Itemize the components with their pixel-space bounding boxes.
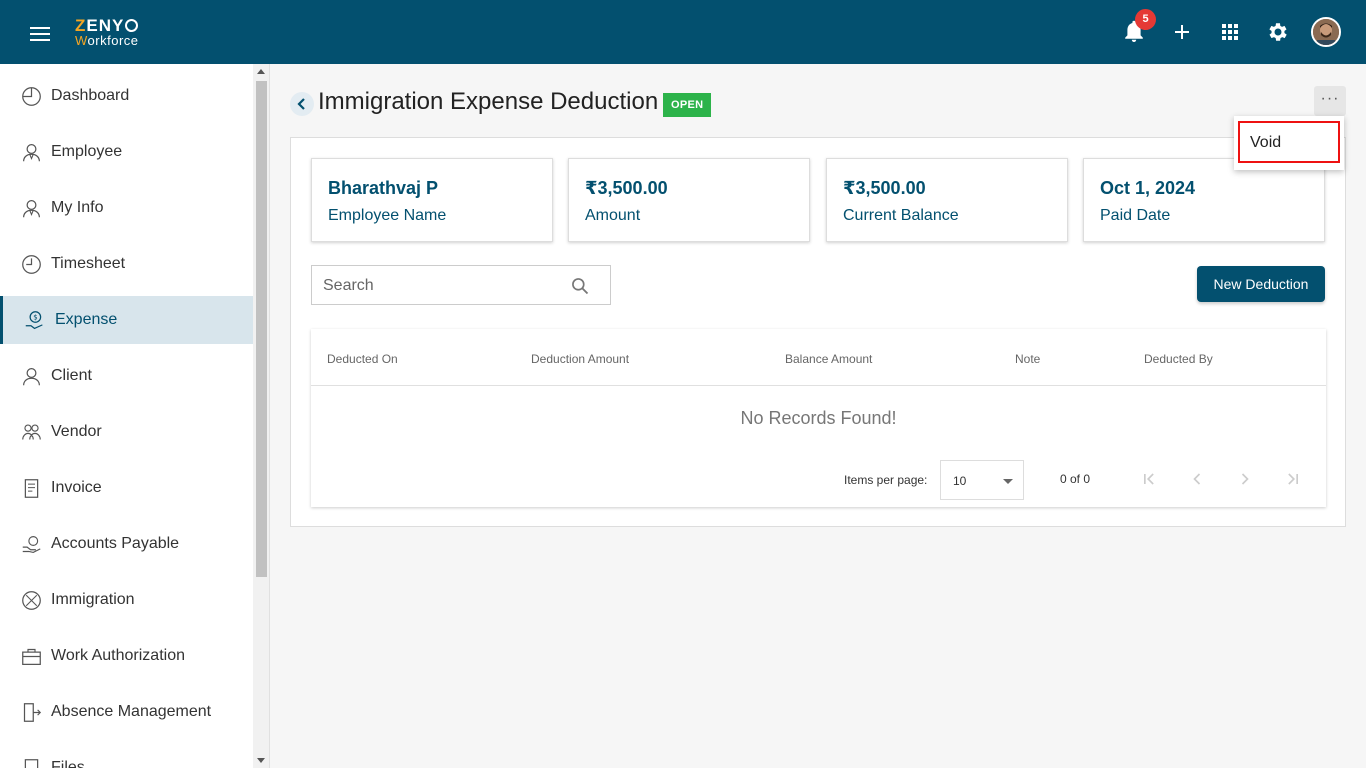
column-header-deducted-by[interactable]: Deducted By xyxy=(1144,352,1213,366)
sidebar-item-employee[interactable]: Employee xyxy=(0,128,253,176)
sidebar-item-label: Invoice xyxy=(51,479,102,496)
sidebar-item-timesheet[interactable]: Timesheet xyxy=(0,240,253,288)
header-divider xyxy=(311,385,1326,386)
dashboard-icon xyxy=(22,86,41,106)
user-avatar[interactable] xyxy=(1311,17,1341,47)
sidebar-item-my-info[interactable]: My Info xyxy=(0,184,253,232)
user-photo-icon xyxy=(1313,19,1339,45)
back-button[interactable] xyxy=(290,92,314,116)
new-deduction-button[interactable]: New Deduction xyxy=(1197,266,1325,302)
items-per-page-select[interactable]: 10 xyxy=(940,460,1024,500)
sidebar-item-label: Files xyxy=(51,759,85,768)
sidebar-item-dashboard[interactable]: Dashboard xyxy=(0,72,253,120)
clock-icon xyxy=(22,254,41,274)
briefcase-icon xyxy=(22,648,41,665)
items-per-page-label: Items per page: xyxy=(844,473,928,487)
sidebar-item-label: Immigration xyxy=(51,591,135,608)
search-input[interactable] xyxy=(323,275,563,297)
scroll-down-arrow-icon[interactable] xyxy=(257,758,265,763)
sidebar-item-label: My Info xyxy=(51,199,104,216)
amount-value: ₹3,500.00 xyxy=(585,178,668,198)
sidebar-item-label: Timesheet xyxy=(51,255,126,272)
more-options-menu: Void xyxy=(1234,116,1344,170)
paid-date-caption: Paid Date xyxy=(1100,207,1171,224)
sidebar-item-label: Absence Management xyxy=(51,703,212,720)
summary-card-amount: ₹3,500.00 Amount xyxy=(568,158,810,242)
expense-icon: $ xyxy=(25,310,43,329)
current-balance-value: ₹3,500.00 xyxy=(843,178,926,198)
scroll-up-arrow-icon[interactable] xyxy=(257,69,265,74)
sidebar-item-accounts-payable[interactable]: Accounts Payable xyxy=(0,520,253,568)
status-badge: OPEN xyxy=(663,93,712,117)
first-page-icon[interactable] xyxy=(1139,469,1159,489)
globe-icon xyxy=(22,590,41,610)
column-header-deducted-on[interactable]: Deducted On xyxy=(327,352,398,366)
door-exit-icon xyxy=(23,702,42,722)
sidebar-item-label: Client xyxy=(51,367,92,384)
sidebar-item-label: Accounts Payable xyxy=(51,535,180,552)
previous-page-icon[interactable] xyxy=(1187,469,1207,489)
gear-icon[interactable] xyxy=(1266,20,1290,44)
sidebar-scrollbar[interactable] xyxy=(253,64,270,768)
next-page-icon[interactable] xyxy=(1235,469,1255,489)
apps-grid-icon[interactable] xyxy=(1218,20,1242,44)
my-info-icon xyxy=(23,199,40,217)
sidebar-item-work-authorization[interactable]: Work Authorization xyxy=(0,632,253,680)
plus-icon[interactable] xyxy=(1170,20,1194,44)
app-logo[interactable]: ZENY Workforce xyxy=(75,17,139,47)
column-header-deduction-amount[interactable]: Deduction Amount xyxy=(531,352,629,366)
sidebar-item-label: Expense xyxy=(55,311,118,328)
top-app-bar: ZENY Workforce 5 xyxy=(0,0,1366,64)
file-icon xyxy=(24,758,39,768)
column-header-balance-amount[interactable]: Balance Amount xyxy=(785,352,872,366)
sidebar-item-absence-management[interactable]: Absence Management xyxy=(0,688,253,736)
search-icon[interactable] xyxy=(570,276,590,296)
notification-badge[interactable]: 5 xyxy=(1135,9,1156,30)
accounts-payable-icon xyxy=(22,535,41,553)
sidebar-item-label: Employee xyxy=(51,143,123,160)
menu-icon[interactable] xyxy=(30,27,50,41)
employee-name-caption: Employee Name xyxy=(328,207,447,224)
sidebar-item-label: Vendor xyxy=(51,423,102,440)
vendor-icon xyxy=(22,423,41,440)
summary-card-employee: Bharathvaj P Employee Name xyxy=(311,158,553,242)
empty-state-message: No Records Found! xyxy=(740,408,897,428)
items-per-page-value: 10 xyxy=(953,474,967,488)
summary-card-balance: ₹3,500.00 Current Balance xyxy=(826,158,1068,242)
employee-name-value: Bharathvaj P xyxy=(328,178,439,198)
search-box xyxy=(311,265,611,305)
svg-text:$: $ xyxy=(33,313,37,321)
sidebar-item-files[interactable]: Files xyxy=(0,744,253,768)
sidebar-item-immigration[interactable]: Immigration xyxy=(0,576,253,624)
sidebar-item-label: Work Authorization xyxy=(51,647,185,664)
amount-caption: Amount xyxy=(585,207,641,224)
deductions-table: Deducted On Deduction Amount Balance Amo… xyxy=(311,329,1326,507)
current-balance-caption: Current Balance xyxy=(843,207,959,224)
page-range-label: 0 of 0 xyxy=(1060,472,1091,486)
sidebar-item-vendor[interactable]: Vendor xyxy=(0,408,253,456)
void-menu-item[interactable]: Void xyxy=(1238,121,1340,163)
invoice-icon xyxy=(24,478,39,498)
employee-icon xyxy=(23,143,40,161)
sidebar-nav: Dashboard Employee My Info Timesheet $ E… xyxy=(0,64,253,768)
sidebar-item-invoice[interactable]: Invoice xyxy=(0,464,253,512)
column-header-note[interactable]: Note xyxy=(1015,352,1040,366)
deduction-panel: Bharathvaj P Employee Name ₹3,500.00 Amo… xyxy=(290,137,1346,527)
scrollbar-thumb[interactable] xyxy=(256,81,267,577)
sidebar-item-client[interactable]: Client xyxy=(0,352,253,400)
chevron-left-icon xyxy=(297,98,305,110)
person-icon xyxy=(23,367,40,385)
more-options-button[interactable]: ··· xyxy=(1314,86,1346,116)
page-title: Immigration Expense Deduction xyxy=(318,88,659,115)
last-page-icon[interactable] xyxy=(1283,469,1303,489)
sidebar-item-expense[interactable]: $ Expense xyxy=(0,296,253,344)
sidebar-item-label: Dashboard xyxy=(51,87,130,104)
summary-card-paid-date: Oct 1, 2024 Paid Date xyxy=(1083,158,1325,242)
dropdown-caret-icon xyxy=(1003,479,1013,484)
paid-date-value: Oct 1, 2024 xyxy=(1100,178,1196,198)
